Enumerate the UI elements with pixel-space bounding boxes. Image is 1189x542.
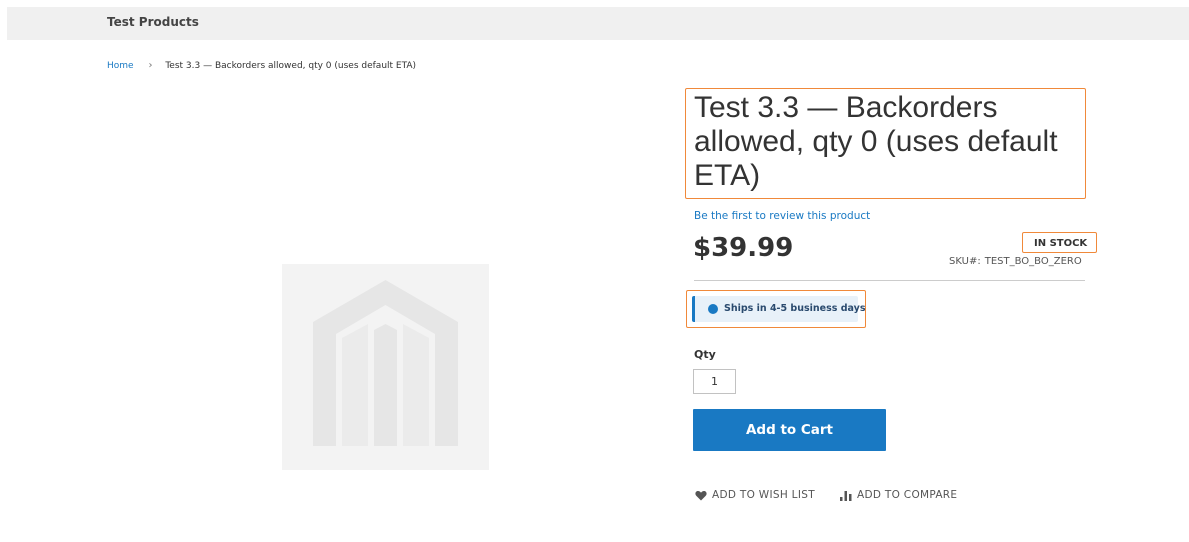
heart-icon (695, 490, 707, 500)
add-to-compare-link[interactable]: ADD TO COMPARE (840, 487, 957, 503)
stock-status: IN STOCK (1034, 238, 1088, 249)
wishlist-label: ADD TO WISH LIST (712, 489, 815, 501)
product-image-placeholder[interactable] (282, 264, 489, 470)
review-link[interactable]: Be the first to review this product (694, 210, 870, 222)
qty-input[interactable] (693, 369, 736, 394)
category-title: Test Products (107, 15, 199, 29)
sku-value: TEST_BO_BO_ZERO (984, 256, 1082, 267)
shipping-notice-text: Ships in 4-5 business days (724, 303, 866, 314)
breadcrumb: Home › Test 3.3 — Backorders allowed, qt… (107, 60, 416, 71)
breadcrumb-current: Test 3.3 — Backorders allowed, qty 0 (us… (165, 61, 417, 71)
page-title: Test 3.3 — Backorders allowed, qty 0 (us… (694, 91, 1058, 192)
breadcrumb-home-link[interactable]: Home (107, 61, 134, 71)
product-sku: SKU#: TEST_BO_BO_ZERO (949, 256, 1082, 267)
add-to-wishlist-link[interactable]: ADD TO WISH LIST (695, 487, 815, 503)
compare-label: ADD TO COMPARE (857, 489, 958, 501)
add-to-cart-button[interactable]: Add to Cart (693, 409, 886, 451)
info-dot-icon (708, 304, 718, 314)
category-header-bar: Test Products (7, 7, 1189, 40)
sku-label: SKU#: (949, 256, 981, 267)
price-divider (694, 280, 1085, 281)
placeholder-logo-icon (313, 280, 458, 446)
breadcrumb-chevron-icon: › (148, 60, 153, 71)
qty-label: Qty (694, 348, 716, 361)
shipping-notice: Ships in 4-5 business days (692, 296, 865, 322)
compare-bars-icon (840, 490, 852, 501)
product-price: $39.99 (693, 233, 794, 263)
